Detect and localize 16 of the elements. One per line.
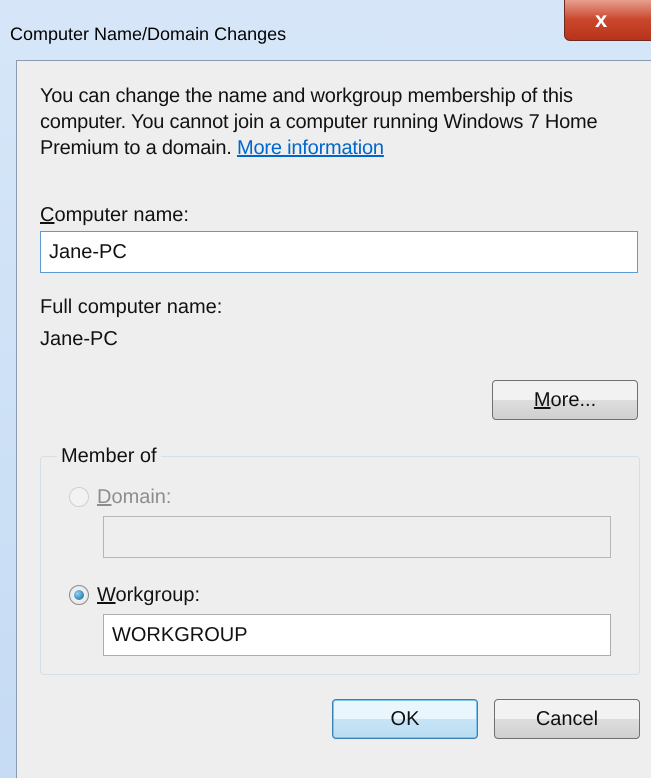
dialog-button[interactable]: Cancel (494, 699, 640, 739)
text-field[interactable]: WORKGROUP (103, 614, 611, 656)
window-title: Computer Name/Domain Changes (10, 23, 286, 46)
radio-button[interactable] (69, 585, 89, 605)
computer-name-label: Computer name: (40, 203, 190, 227)
computer-name-field[interactable]: Jane-PC (40, 231, 638, 273)
dialog-button[interactable]: OK (332, 699, 478, 739)
option-label: Workgroup: (97, 583, 200, 608)
full-name-value: Jane-PC (40, 327, 119, 351)
full-name-label: Full computer name: (40, 295, 224, 319)
more-information-link[interactable]: More information (237, 137, 384, 159)
intro-text: You can change the name and workgroup membership of this computer. You cannot join a computer running Windows 7 Home Premium to a domain. More information (40, 84, 598, 161)
close-button[interactable]: x (564, 0, 651, 41)
option-label: Domain: (97, 485, 172, 510)
more-button[interactable]: More... (492, 380, 638, 420)
member-of-legend: Member of (57, 446, 161, 466)
